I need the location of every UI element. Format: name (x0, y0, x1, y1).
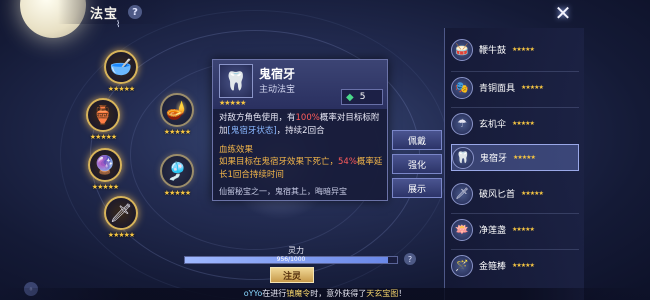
list-item-stars: ★★★★★ (512, 262, 535, 269)
treasure-slot-icon: 🪔 (160, 93, 194, 127)
drum-icon: 🥁 (451, 38, 473, 61)
broadcast-text: 在进行 (262, 289, 287, 298)
mask-icon: 🎭 (451, 76, 473, 99)
list-item-name: 青铜面具 (479, 84, 516, 94)
treasure-slot-stars: ★★★★★ (91, 183, 119, 191)
list-item-name: 玄机伞 (479, 120, 507, 130)
list-divider (451, 71, 579, 72)
list-item-name: 净莲盏 (479, 226, 507, 236)
desc-status-tag: [鬼宿牙状态] (227, 126, 277, 136)
spirit-value: 956/1000 (276, 256, 306, 263)
treasure-slot-stars: ★★★★★ (107, 85, 135, 93)
desc-text: ，持续2回合 (276, 126, 325, 136)
treasure-slot-3[interactable]: 🔮 ★★★★★ (88, 148, 122, 191)
desc-percent: 100% (295, 113, 320, 123)
fang-icon: 🦷 (219, 64, 253, 98)
help-icon[interactable]: ? (128, 5, 143, 19)
detail-stars: ★★★★★ (219, 99, 246, 107)
treasure-slot-icon: 🏺 (86, 98, 120, 132)
lotus-cup-icon: 🪷 (451, 218, 473, 241)
broadcast-event: 镇魔令 (286, 289, 311, 298)
list-item-name: 金箍棒 (479, 262, 507, 272)
list-item-stars: ★★★★★ (521, 190, 544, 197)
list-item[interactable]: ☂ 玄机伞 ★★★★★ (451, 110, 579, 137)
page-title: 法宝 (90, 6, 119, 22)
treasure-slot-icon: 🥣 (104, 50, 138, 84)
list-item[interactable]: 🪷 净莲盏 ★★★★★ (451, 216, 579, 243)
treasure-list[interactable]: 🥁 鞭牛鼓 ★★★★★ 🎭 青铜面具 ★★★★★ ☂ 玄机伞 ★★★★★ 🦷 鬼… (444, 28, 584, 300)
upgrade-button[interactable]: 强化 (392, 154, 442, 174)
list-item-stars: ★★★★★ (521, 84, 544, 91)
list-item[interactable]: 🗡 破风匕首 ★★★★★ (451, 180, 579, 207)
blood-percent: 54% (338, 157, 357, 167)
treasure-slot-icon: 🎐 (160, 154, 194, 188)
list-item-stars: ★★★★★ (512, 46, 535, 53)
list-divider (451, 107, 579, 108)
list-item[interactable]: 🥁 鞭牛鼓 ★★★★★ (451, 36, 579, 63)
broadcast-text: 时，意外获得了 (310, 289, 367, 298)
list-item-stars: ★★★★★ (513, 154, 536, 161)
list-divider (451, 249, 579, 250)
list-item[interactable]: 🎭 青铜面具 ★★★★★ (451, 74, 579, 101)
list-item-name: 破风匕首 (479, 190, 516, 200)
treasure-slot-stars: ★★★★★ (107, 231, 135, 239)
treasure-slot-4[interactable]: 🗡 ★★★★★ (104, 196, 138, 239)
gem-count: 5 (359, 92, 366, 102)
treasure-slot-stars: ★★★★★ (89, 133, 117, 141)
treasure-slot-stars: ★★★★★ (163, 189, 191, 197)
gem-icon: ◆ (346, 91, 354, 103)
fang-icon: 🦷 (452, 146, 474, 169)
detail-type: 主动法宝 (259, 85, 296, 95)
list-divider (451, 213, 579, 214)
broadcast-text: ！ (398, 289, 407, 298)
spirit-label: 灵力 (288, 246, 304, 255)
treasure-slot-5[interactable]: 🪔 ★★★★★ (160, 93, 194, 136)
inject-spirit-button[interactable]: 注灵 (270, 267, 314, 283)
close-button[interactable]: ✕ (552, 2, 574, 24)
umbrella-icon: ☂ (451, 112, 473, 135)
show-button[interactable]: 展示 (392, 178, 442, 198)
list-item-name: 鬼宿牙 (480, 154, 508, 164)
dagger-icon: 🗡 (451, 182, 473, 205)
desc-text: 对敌方角色使用，有 (219, 113, 296, 123)
treasure-slot-stars: ★★★★★ (163, 128, 191, 136)
staff-icon: 🪄 (451, 254, 473, 277)
blood-effect-description: 如果目标在鬼宿牙效果下死亡，54%概率延长1回合持续时间 (219, 156, 387, 182)
system-broadcast: oYYo在进行镇魔令时，意外获得了天玄宝图！ (0, 288, 650, 300)
bird-icon: ⌇ (116, 20, 121, 30)
treasure-slot-icon: 🔮 (88, 148, 122, 182)
treasure-slot-1[interactable]: 🥣 ★★★★★ (104, 50, 138, 93)
treasure-slot-6[interactable]: 🎐 ★★★★★ (160, 154, 194, 197)
broadcast-item: 天玄宝图 (366, 289, 399, 298)
list-item-selected[interactable]: 🦷 鬼宿牙 ★★★★★ (451, 144, 579, 171)
list-item-name: 鞭牛鼓 (479, 46, 507, 56)
list-item[interactable]: 🪄 金箍棒 ★★★★★ (451, 252, 579, 279)
treasure-detail-panel: 🦷 鬼宿牙 主动法宝 ★★★★★ ◆ 5 对敌方角色使用，有100%概率对目标标… (212, 59, 388, 201)
blood-text: 如果目标在鬼宿牙效果下死亡， (219, 157, 339, 167)
detail-description: 对敌方角色使用，有100%概率对目标标附加[鬼宿牙状态]，持续2回合 (219, 112, 385, 138)
treasure-slot-2[interactable]: 🏺 ★★★★★ (86, 98, 120, 141)
list-item-stars: ★★★★★ (512, 120, 535, 127)
treasure-slot-icon: 🗡 (104, 196, 138, 230)
spirit-help-icon[interactable]: ? (404, 253, 416, 265)
list-item-stars: ★★★★★ (512, 226, 535, 233)
broadcast-user: oYYo (243, 289, 263, 298)
spirit-bar: 956/1000 (184, 256, 398, 264)
equip-button[interactable]: 佩戴 (392, 130, 442, 150)
gem-count-box: ◆ 5 (341, 89, 383, 105)
flavor-text: 仙留秘宝之一，鬼宿其上，晦暗异宝 (219, 187, 347, 196)
blood-effect-title: 血练效果 (219, 145, 254, 155)
detail-name: 鬼宿牙 (259, 67, 296, 81)
